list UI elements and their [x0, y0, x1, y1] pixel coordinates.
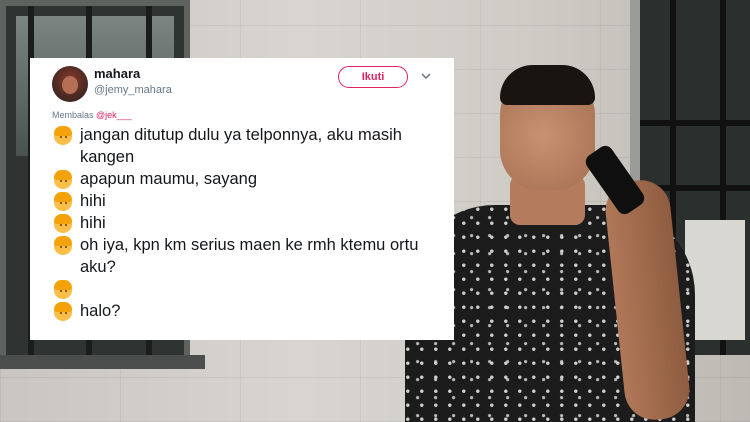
tweet-line: hihi — [52, 212, 442, 234]
person-emoji-icon — [52, 301, 74, 323]
tweet-card: mahara @jemy_mahara Ikuti Membalas @jek_… — [30, 58, 454, 340]
person-emoji-icon — [52, 279, 74, 301]
tweet-line — [52, 278, 442, 300]
tweet-line: jangan ditutup dulu ya telponnya, aku ma… — [52, 124, 442, 168]
person-emoji-icon — [52, 191, 74, 213]
tweet-line-text: apapun maumu, sayang — [80, 170, 258, 188]
follow-button[interactable]: Ikuti — [338, 66, 408, 88]
tweet-line-text: hihi — [80, 214, 106, 232]
chevron-down-icon[interactable] — [418, 68, 434, 84]
person-emoji-icon — [52, 213, 74, 235]
display-name[interactable]: mahara — [94, 66, 140, 81]
tweet-line-text: oh iya, kpn km serius maen ke rmh ktemu … — [80, 236, 419, 276]
avatar[interactable] — [52, 66, 88, 102]
tweet-line-text: hihi — [80, 192, 106, 210]
tweet-line: apapun maumu, sayang — [52, 168, 442, 190]
tweet-line: hihi — [52, 190, 442, 212]
reply-context: Membalas @jek___ — [52, 110, 132, 120]
person-emoji-icon — [52, 235, 74, 257]
user-handle[interactable]: @jemy_mahara — [94, 84, 172, 96]
tweet-line: oh iya, kpn km serius maen ke rmh ktemu … — [52, 234, 442, 278]
person-emoji-icon — [52, 169, 74, 191]
person-emoji-icon — [52, 125, 74, 147]
tweet-text: jangan ditutup dulu ya telponnya, aku ma… — [52, 124, 442, 322]
reply-prefix: Membalas — [52, 110, 94, 120]
tweet-line-text: halo? — [80, 302, 121, 320]
reply-mention-link[interactable]: @jek___ — [96, 110, 132, 120]
window-sill — [0, 355, 205, 369]
tweet-line: halo? — [52, 300, 442, 322]
tweet-line-text: jangan ditutup dulu ya telponnya, aku ma… — [80, 126, 402, 166]
